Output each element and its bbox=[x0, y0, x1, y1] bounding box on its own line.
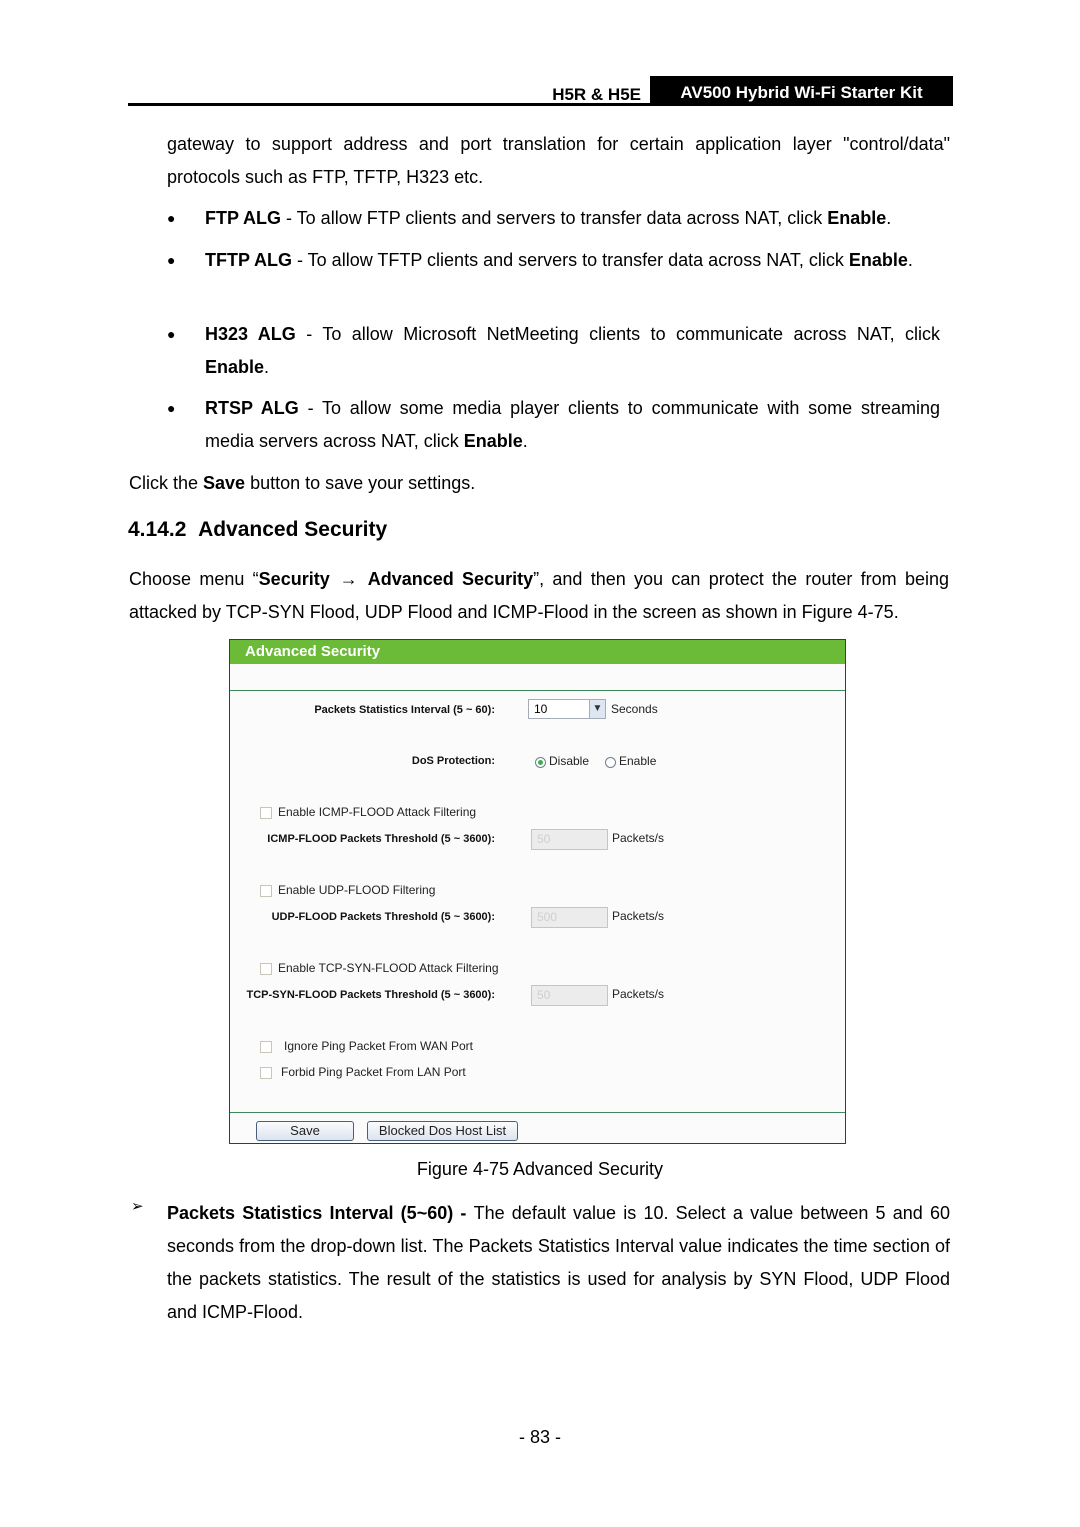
chevron-down-icon[interactable]: ▼ bbox=[589, 700, 605, 718]
header-model: H5R & H5E bbox=[552, 85, 641, 104]
tcp-syn-threshold-label: TCP-SYN-FLOOD Packets Threshold (5 ~ 360… bbox=[246, 989, 495, 1001]
header-rule bbox=[128, 103, 953, 106]
forbid-lan-ping-label: Forbid Ping Packet From LAN Port bbox=[281, 1065, 466, 1079]
dos-protection-label: DoS Protection: bbox=[411, 755, 495, 767]
section-heading: 4.14.2 Advanced Security bbox=[128, 518, 388, 541]
intro-paragraph: gateway to support address and port tran… bbox=[167, 134, 950, 187]
tcp-syn-flood-checkbox[interactable] bbox=[260, 963, 272, 975]
icmp-threshold-label: ICMP-FLOOD Packets Threshold (5 ~ 3600): bbox=[267, 833, 495, 845]
udp-threshold-input[interactable]: 500 bbox=[531, 907, 608, 928]
tcp-syn-unit: Packets/s bbox=[612, 987, 665, 1001]
ignore-wan-ping-label: Ignore Ping Packet From WAN Port bbox=[284, 1039, 473, 1053]
advanced-security-panel: Advanced Security Packets Statistics Int… bbox=[229, 639, 846, 1144]
tcp-syn-threshold-input[interactable]: 50 bbox=[531, 985, 608, 1006]
arrow-bullet-icon: ➢ bbox=[131, 1198, 144, 1215]
icmp-flood-checkbox[interactable] bbox=[260, 807, 272, 819]
bullet-icon: ● bbox=[167, 326, 176, 342]
panel-divider bbox=[230, 690, 845, 691]
icmp-flood-enable-label: Enable ICMP-FLOOD Attack Filtering bbox=[278, 805, 477, 819]
panel-footer-divider bbox=[230, 1112, 845, 1113]
figure-caption: Figure 4-75 Advanced Security bbox=[416, 1159, 664, 1179]
forbid-lan-ping-checkbox[interactable] bbox=[260, 1067, 272, 1079]
udp-unit: Packets/s bbox=[612, 909, 665, 923]
tcp-syn-flood-enable-label: Enable TCP-SYN-FLOOD Attack Filtering bbox=[278, 961, 499, 975]
dos-disable-radio[interactable] bbox=[535, 757, 546, 768]
dos-enable-radio[interactable] bbox=[605, 757, 616, 768]
page-header: H5R & H5E AV500 Hybrid Wi-Fi Starter Kit bbox=[128, 76, 953, 106]
save-instruction: Click the Save button to save your setti… bbox=[129, 473, 476, 493]
interval-description: Packets Statistics Interval (5~60) - The… bbox=[167, 1203, 950, 1322]
dos-disable-label: Disable bbox=[549, 754, 590, 768]
save-button[interactable]: Save bbox=[256, 1121, 354, 1141]
blocked-dos-host-list-button[interactable]: Blocked Dos Host List bbox=[367, 1121, 518, 1141]
interval-select[interactable]: 10 ▼ bbox=[528, 699, 606, 719]
icmp-threshold-input[interactable]: 50 bbox=[531, 829, 608, 850]
bullet-icon: ● bbox=[167, 252, 176, 268]
interval-label: Packets Statistics Interval (5 ~ 60): bbox=[314, 704, 495, 716]
header-kit-title: AV500 Hybrid Wi-Fi Starter Kit bbox=[650, 76, 953, 106]
dos-enable-label: Enable bbox=[619, 754, 657, 768]
bullet-icon: ● bbox=[167, 400, 176, 416]
menu-instruction: Choose menu “Security → Advanced Security”… bbox=[129, 569, 950, 622]
arrow-right-icon: → bbox=[339, 569, 358, 589]
udp-flood-enable-label: Enable UDP-FLOOD Filtering bbox=[278, 883, 436, 897]
interval-unit: Seconds bbox=[611, 702, 658, 716]
interval-value: 10 bbox=[534, 702, 548, 716]
panel-title: Advanced Security bbox=[230, 640, 845, 664]
ignore-wan-ping-checkbox[interactable] bbox=[260, 1041, 272, 1053]
udp-flood-checkbox[interactable] bbox=[260, 885, 272, 897]
page-number: - 83 - bbox=[518, 1427, 561, 1447]
bullet-icon: ● bbox=[167, 210, 176, 226]
icmp-unit: Packets/s bbox=[612, 831, 665, 845]
udp-threshold-label: UDP-FLOOD Packets Threshold (5 ~ 3600): bbox=[271, 911, 495, 923]
